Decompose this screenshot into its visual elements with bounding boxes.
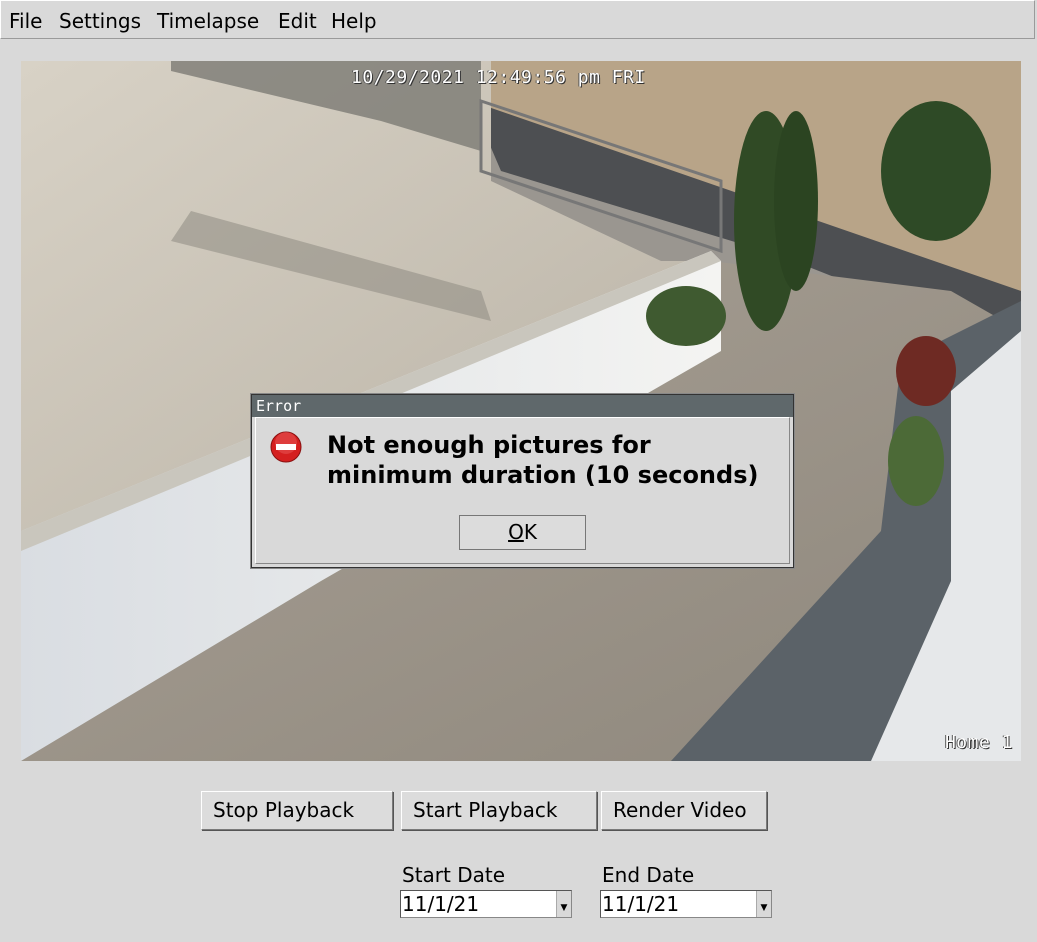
menu-edit[interactable]: Edit bbox=[278, 9, 317, 33]
menu-settings[interactable]: Settings bbox=[59, 9, 141, 33]
menu-help[interactable]: Help bbox=[331, 9, 377, 33]
error-icon bbox=[270, 431, 302, 463]
error-dialog: Error Not enough pictures for minimum du… bbox=[251, 394, 794, 568]
end-date-dropdown-icon[interactable]: ▼ bbox=[756, 891, 771, 917]
menu-timelapse[interactable]: Timelapse bbox=[157, 9, 259, 33]
menu-file[interactable]: File bbox=[9, 9, 42, 33]
render-video-button[interactable]: Render Video bbox=[601, 791, 767, 830]
end-date-input[interactable] bbox=[602, 891, 757, 917]
start-date-input[interactable] bbox=[402, 891, 557, 917]
dialog-title[interactable]: Error bbox=[252, 395, 793, 417]
ok-button[interactable]: OK bbox=[459, 515, 586, 550]
start-playback-button[interactable]: Start Playback bbox=[401, 791, 597, 830]
start-date-dropdown-icon[interactable]: ▼ bbox=[556, 891, 571, 917]
stop-playback-button[interactable]: Stop Playback bbox=[201, 791, 393, 830]
error-message: Not enough pictures for minimum duration… bbox=[327, 431, 759, 489]
dialog-body: Not enough pictures for minimum duration… bbox=[255, 417, 790, 564]
camera-timestamp: 10/29/2021 12:49:56 pm FRI bbox=[351, 67, 646, 88]
start-date-label: Start Date bbox=[402, 863, 506, 887]
camera-label: Home 1 bbox=[944, 732, 1013, 753]
ok-mnemonic: O bbox=[508, 520, 524, 544]
end-date-label: End Date bbox=[602, 863, 695, 887]
ok-label-rest: K bbox=[523, 520, 537, 544]
end-date-field[interactable]: ▼ bbox=[600, 890, 772, 918]
start-date-field[interactable]: ▼ bbox=[400, 890, 572, 918]
menubar: File Settings Timelapse Edit Help bbox=[0, 0, 1035, 39]
